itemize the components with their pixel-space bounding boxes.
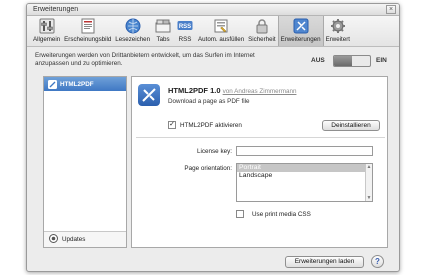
preferences-toolbar: Allgemein Erscheinungsbild Lesezeichen T…	[27, 16, 399, 47]
window-title: Erweiterungen	[33, 6, 79, 13]
tab-lesezeichen[interactable]: Lesezeichen	[113, 16, 152, 46]
tab-erweiterungen[interactable]: Erweiterungen	[277, 16, 324, 46]
list-item-html2pdf[interactable]: HTML2PDF	[44, 77, 126, 91]
tab-label: Erweiterungen	[280, 36, 321, 43]
switch-on-label: EIN	[376, 57, 387, 64]
option-portrait[interactable]: Portrait	[237, 164, 372, 172]
gear-icon	[329, 17, 347, 35]
extension-name: HTML2PDF 1.0	[168, 86, 221, 95]
tab-label: Tabs	[156, 36, 170, 43]
scroll-up-arrow-icon[interactable]: ▲	[366, 164, 372, 170]
list-item-label: HTML2PDF	[60, 80, 94, 88]
tabs-icon	[154, 17, 172, 35]
tab-label: Autom. ausfüllen	[198, 36, 245, 43]
print-css-checkbox[interactable]	[236, 210, 244, 218]
switch-off-label: AUS	[311, 57, 325, 64]
tab-erweitert[interactable]: Erweitert	[324, 16, 352, 46]
extension-title: HTML2PDF 1.0 von Andreas Zimmermann	[168, 86, 296, 95]
tab-label: Lesezeichen	[115, 36, 151, 43]
tab-label: Sicherheit	[248, 36, 276, 43]
rss-icon: RSS	[176, 17, 194, 35]
option-landscape[interactable]: Landscape	[237, 172, 372, 180]
extensions-icon	[292, 17, 310, 35]
tab-tabs[interactable]: Tabs	[152, 16, 174, 46]
tab-erscheinungsbild[interactable]: Erscheinungsbild	[62, 16, 113, 46]
tab-rss[interactable]: RSS RSS	[174, 16, 196, 46]
license-key-input[interactable]	[236, 146, 373, 156]
enable-checkbox[interactable]: ✓	[168, 121, 176, 129]
divider	[136, 137, 385, 138]
extension-description: Download a page as PDF file	[168, 98, 250, 105]
html2pdf-icon	[138, 84, 160, 106]
tab-sicherheit[interactable]: Sicherheit	[246, 16, 278, 46]
print-css-label: Use print media CSS	[252, 210, 311, 218]
toggle-knob[interactable]	[334, 56, 352, 66]
load-extensions-button[interactable]: Erweiterungen laden	[285, 256, 364, 268]
updates-icon	[49, 234, 58, 245]
extensions-toggle[interactable]	[333, 55, 371, 67]
tab-allgemein[interactable]: Allgemein	[31, 16, 62, 46]
lock-icon	[253, 17, 271, 35]
extension-detail-panel: HTML2PDF 1.0 von Andreas Zimmermann Down…	[131, 76, 388, 248]
tab-label: Erscheinungsbild	[64, 36, 112, 43]
orientation-label: Page orientation:	[184, 165, 232, 172]
autofill-icon	[212, 17, 230, 35]
preferences-window: Erweiterungen × Allgemein Erscheinungsbi…	[26, 3, 400, 272]
updates-item[interactable]: Updates	[44, 231, 126, 247]
scroll-down-arrow-icon[interactable]: ▼	[366, 195, 372, 201]
extensions-description: Erweiterungen werden von Drittanbietern …	[35, 52, 255, 67]
listbox-scrollbar[interactable]: ▲ ▼	[365, 164, 372, 201]
bookmarks-icon	[124, 17, 142, 35]
switch-icon	[38, 17, 56, 35]
enable-row: ✓ HTML2PDF aktivieren	[168, 121, 242, 129]
extension-icon	[48, 79, 57, 89]
updates-label: Updates	[62, 236, 86, 243]
orientation-listbox[interactable]: Portrait Landscape ▲ ▼	[236, 163, 373, 202]
enable-label: HTML2PDF aktivieren	[180, 121, 242, 129]
close-button[interactable]: ×	[386, 5, 396, 14]
appearance-icon	[79, 17, 97, 35]
tab-autofill[interactable]: Autom. ausfüllen	[196, 16, 246, 46]
help-button[interactable]: ?	[371, 255, 384, 268]
extension-author-link[interactable]: von Andreas Zimmermann	[223, 88, 297, 95]
tab-label: RSS	[178, 36, 192, 43]
title-bar: Erweiterungen ×	[27, 4, 399, 16]
uninstall-button[interactable]: Deinstallieren	[322, 120, 380, 131]
license-label: License key:	[196, 148, 232, 155]
print-css-row: Use print media CSS	[236, 210, 311, 218]
rss-icon-text: RSS	[179, 24, 191, 30]
extensions-list: HTML2PDF Updates	[43, 76, 127, 248]
tab-label: Allgemein	[33, 36, 61, 43]
tab-label: Erweitert	[325, 36, 350, 43]
